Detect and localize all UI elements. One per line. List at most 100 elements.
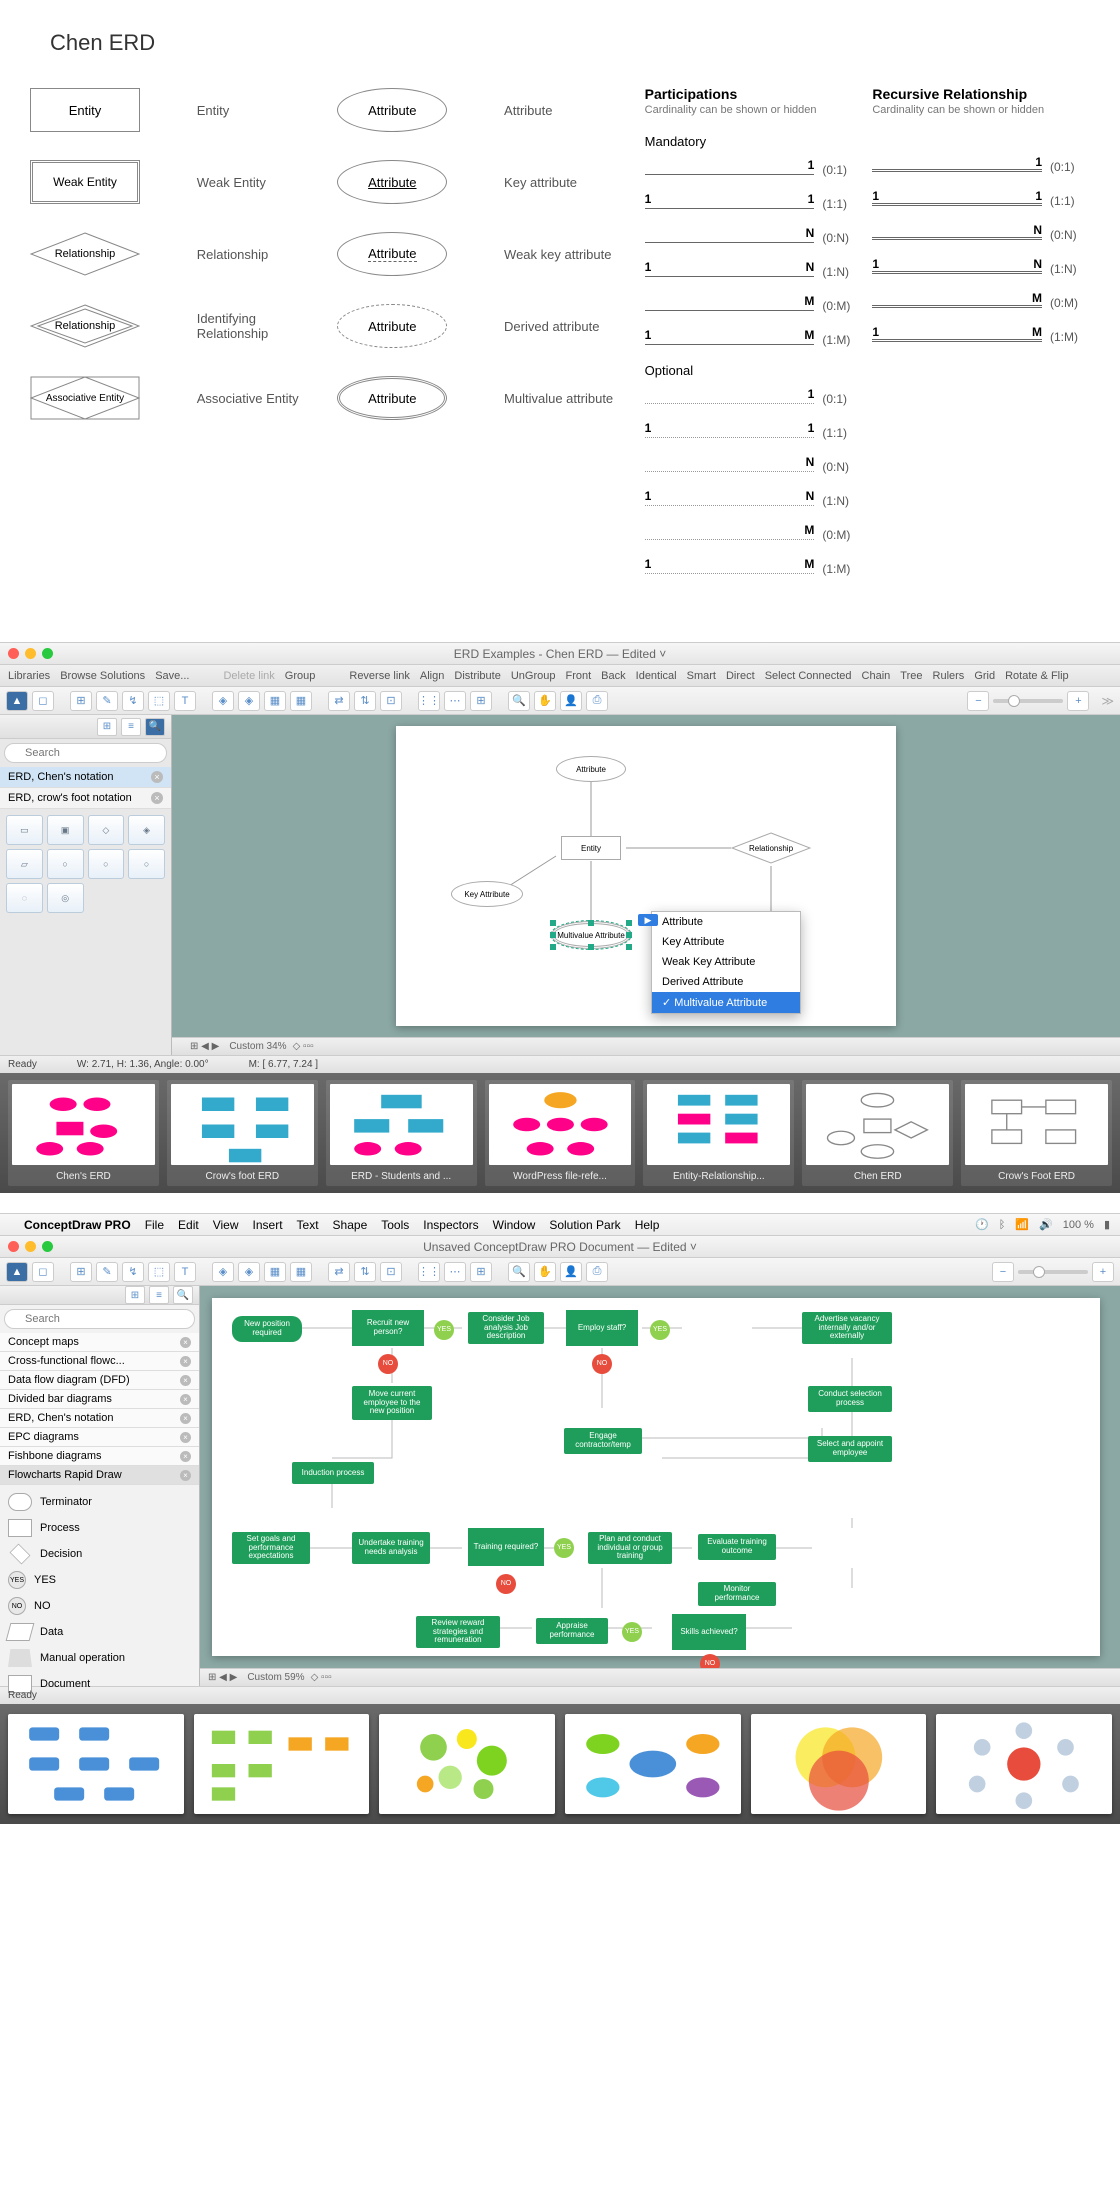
multivalue-attribute-node-selected[interactable]: Multivalue Attribute [551,921,631,949]
close-icon[interactable]: × [180,1337,191,1348]
thumbnail[interactable]: Crow's foot ERD [167,1080,318,1186]
toolbar-item[interactable]: Align [420,670,444,682]
process-node[interactable]: Appraise performance [536,1618,608,1644]
shape-item[interactable]: Process [0,1515,199,1541]
toolbar-item[interactable]: Direct [726,670,755,682]
tool-icon[interactable]: ⇄ [328,1262,350,1282]
toolbar-item[interactable]: Delete link [223,670,274,682]
library-item[interactable]: ERD, Chen's notation× [0,767,171,788]
yes-node[interactable]: YES [434,1320,454,1340]
palette-shape[interactable]: ○ [47,849,84,879]
volume-icon[interactable]: 🔊 [1039,1218,1053,1231]
search-icon[interactable]: 🔍 [145,718,165,736]
toolbar-item[interactable]: Back [601,670,625,682]
thumbnail[interactable]: ERD - Students and ... [326,1080,477,1186]
tool-icon[interactable]: ◈ [238,1262,260,1282]
shape-item[interactable]: YESYES [0,1567,199,1593]
thumbnail[interactable]: Entity-Relationship... [643,1080,794,1186]
attribute-node[interactable]: Attribute [556,756,626,782]
zoom-in-icon[interactable]: + [1092,1262,1114,1282]
toolbar-item[interactable]: Tree [900,670,922,682]
close-icon[interactable]: × [180,1451,191,1462]
thumbnail[interactable] [565,1714,741,1814]
tool-icon[interactable]: ⋯ [444,1262,466,1282]
close-button[interactable] [8,648,19,659]
library-item[interactable]: Divided bar diagrams× [0,1390,199,1409]
palette-shape[interactable]: ◈ [128,815,165,845]
no-node[interactable]: NO [592,1354,612,1374]
decision-node[interactable]: Skills achieved? [672,1614,746,1650]
shape-item[interactable]: NONO [0,1593,199,1619]
menu-item[interactable]: Tools [381,1218,409,1232]
toolbar-item[interactable]: Grid [974,670,995,682]
tool-icon[interactable]: ⋮⋮ [418,691,440,711]
menu-item[interactable]: Weak Key Attribute [652,952,800,972]
minimize-button[interactable] [25,1241,36,1252]
thumbnail[interactable] [194,1714,370,1814]
titlebar[interactable]: ERD Examples - Chen ERD — Edited ˅ [0,643,1120,665]
thumbnail[interactable]: Chen ERD [802,1080,953,1186]
tool-icon[interactable]: ◈ [212,691,234,711]
palette-shape[interactable]: ◎ [47,883,84,913]
tool-icon[interactable]: ◈ [238,691,260,711]
tool-icon[interactable]: ▦ [264,1262,286,1282]
palette-shape[interactable]: ◌ [6,883,43,913]
thumbnail-strip[interactable] [0,1704,1120,1824]
library-item[interactable]: Fishbone diagrams× [0,1447,199,1466]
toolbar-item[interactable]: Rotate & Flip [1005,670,1069,682]
search-input[interactable] [4,1309,195,1329]
tool-icon[interactable]: ⇅ [354,1262,376,1282]
maximize-button[interactable] [42,648,53,659]
toolbar-item[interactable]: UnGroup [511,670,556,682]
thumbnail[interactable] [8,1714,184,1814]
menu-item[interactable]: Help [635,1218,660,1232]
menu-item[interactable]: Attribute [652,912,800,932]
wifi-icon[interactable]: 📶 [1015,1218,1029,1231]
toolbar-item[interactable]: Group [285,670,316,682]
process-node[interactable]: Set goals and performance expectations [232,1532,310,1564]
toolbar-item[interactable]: Chain [862,670,891,682]
tool-icon[interactable]: ◻ [32,691,54,711]
shape-item[interactable]: Decision [0,1541,199,1567]
hand-icon[interactable]: ✋ [534,691,556,711]
close-icon[interactable]: × [180,1432,191,1443]
canvas[interactable]: Attribute Entity Key Attribute Relations… [172,715,1120,1037]
toolbar-item[interactable]: Select Connected [765,670,852,682]
menu-item[interactable]: Key Attribute [652,932,800,952]
library-item[interactable]: ERD, Chen's notation× [0,1409,199,1428]
library-item[interactable]: Data flow diagram (DFD)× [0,1371,199,1390]
palette-shape[interactable]: ▣ [47,815,84,845]
process-node[interactable]: Plan and conduct individual or group tra… [588,1532,672,1564]
page[interactable]: Attribute Entity Key Attribute Relations… [396,726,896,1026]
zoom-slider[interactable] [993,699,1063,703]
thumbnail[interactable]: WordPress file-refe... [485,1080,636,1186]
zoom-slider[interactable] [1018,1270,1088,1274]
toolbar-item[interactable]: Reverse link [349,670,410,682]
search-icon[interactable]: 🔍 [173,1286,193,1304]
tool-icon[interactable]: ⬚ [148,691,170,711]
tool-icon[interactable]: ⇄ [328,691,350,711]
user-icon[interactable]: 👤 [560,691,582,711]
tool-icon[interactable]: ⊞ [470,1262,492,1282]
grid-view-icon[interactable]: ⊞ [97,718,117,736]
toolbar-item[interactable]: Browse Solutions [60,670,145,682]
menu-item[interactable]: Window [493,1218,536,1232]
titlebar[interactable]: Unsaved ConceptDraw PRO Document — Edite… [0,1236,1120,1258]
pointer-tool-icon[interactable]: ▲ [6,691,28,711]
no-node[interactable]: NO [378,1354,398,1374]
list-view-icon[interactable]: ≡ [121,718,141,736]
zoom-out-icon[interactable]: − [992,1262,1014,1282]
tool-icon[interactable]: ⊡ [380,1262,402,1282]
app-name[interactable]: ConceptDraw PRO [24,1218,131,1232]
minimize-button[interactable] [25,648,36,659]
menu-item[interactable]: Solution Park [549,1218,620,1232]
library-item[interactable]: Concept maps× [0,1333,199,1352]
page[interactable]: New position required Recruit new person… [212,1298,1100,1656]
palette-shape[interactable]: ◇ [88,815,125,845]
zoom-icon[interactable]: 🔍 [508,691,530,711]
menu-item[interactable]: Derived Attribute [652,972,800,992]
close-icon[interactable]: × [180,1375,191,1386]
process-node[interactable]: Undertake training needs analysis [352,1532,430,1564]
tool-icon[interactable]: ⊞ [70,1262,92,1282]
toolbar-item[interactable]: Rulers [933,670,965,682]
